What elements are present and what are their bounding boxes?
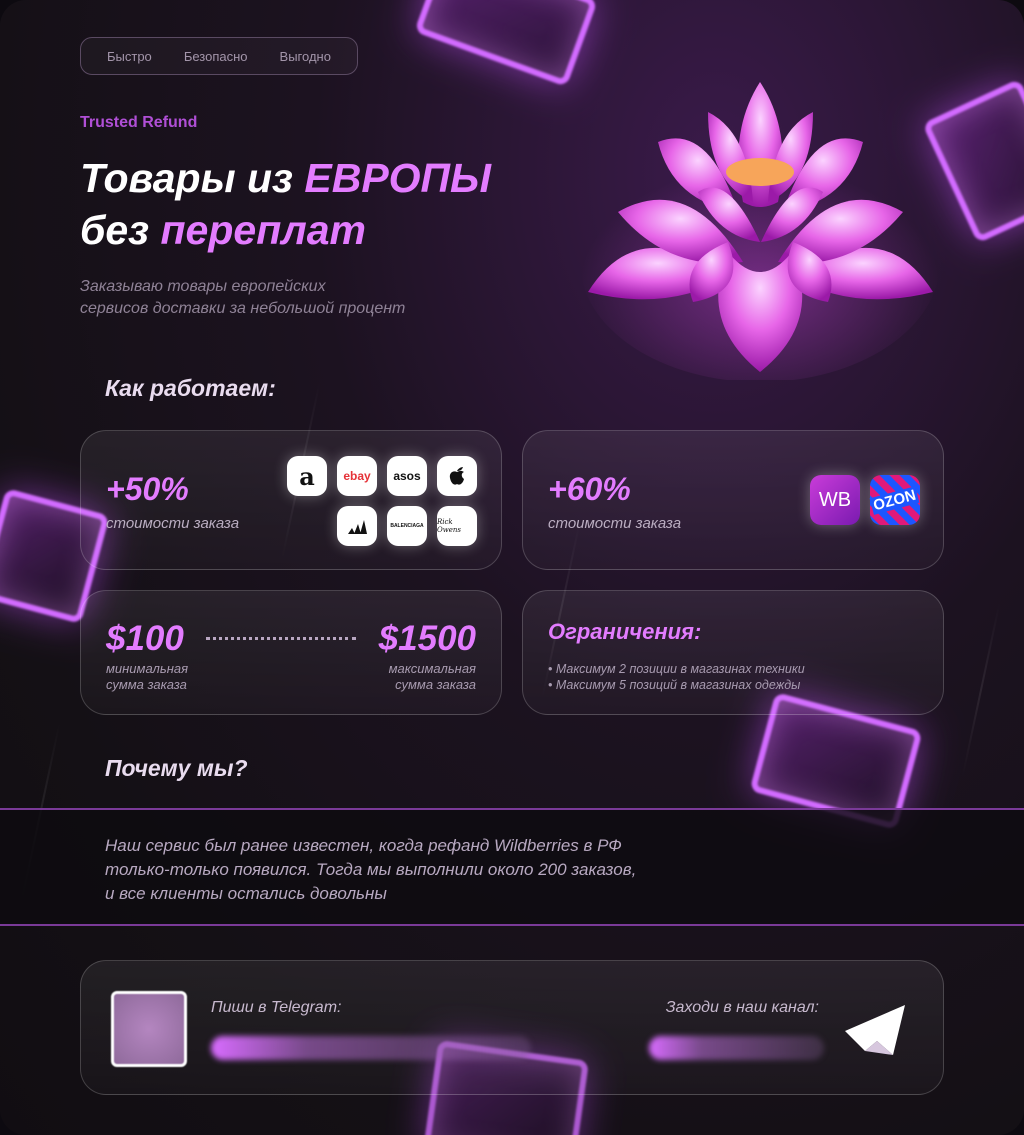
lotus-illustration (580, 82, 940, 380)
ru-markup-value: +60% (548, 471, 631, 507)
ozon-logo-text: OZON (869, 485, 921, 515)
hero-subtitle: Заказываю товары европейских сервисов до… (80, 276, 405, 320)
rick-owens-logo: Rick Owens (437, 506, 477, 546)
hero-title-accent: переплат (160, 207, 367, 253)
hero-subtitle-line: сервисов доставки за небольшой процент (80, 300, 406, 317)
limit-item: • Максимум 2 позиции в магазинах техники (548, 662, 805, 676)
eu-markup-value: +50% (106, 471, 189, 507)
hero-title-part: Товары из (80, 155, 305, 201)
bg-streak (961, 601, 1001, 779)
max-amount-caption: максимальная сумма заказа (389, 661, 476, 693)
ebay-logo: ebay (337, 456, 377, 496)
apple-logo (437, 456, 477, 496)
asos-logo-text: asos (393, 469, 421, 483)
hero-title-accent: ЕВРОПЫ (304, 155, 492, 201)
amazon-logo-text: a (299, 461, 315, 491)
hero-title-part: без (80, 207, 161, 253)
asos-logo: asos (387, 456, 427, 496)
feature-pill-nav: Быстро Безопасно Выгодно (80, 37, 358, 75)
ru-markup-caption: стоимости заказа (548, 515, 682, 532)
hero-title: Товары из ЕВРОПЫ без переплат (80, 152, 491, 256)
balenciaga-logo: BALENCIAGA (387, 506, 427, 546)
wildberries-logo: WB (810, 475, 860, 525)
rick-owens-logo-text: Rick Owens (437, 518, 461, 534)
caption-line: сумма заказа (106, 677, 187, 692)
why-us-text: Наш сервис был ранее известен, когда реф… (105, 834, 636, 906)
wildberries-logo-text: WB (818, 488, 852, 511)
why-us-title: Почему мы? (105, 755, 248, 781)
how-we-work-title: Как работаем: (105, 375, 276, 401)
telegram-handle-blurred[interactable] (211, 1036, 531, 1060)
why-us-band: Наш сервис был ранее известен, когда реф… (0, 808, 1024, 926)
why-line: Наш сервис был ранее известен, когда реф… (105, 836, 622, 855)
qr-code-placeholder[interactable] (111, 991, 187, 1067)
telegram-icon[interactable] (843, 1001, 911, 1059)
eu-stores-card: +50% стоимости заказа a ebay asos BALENC… (80, 430, 502, 570)
adidas-logo (337, 506, 377, 546)
eu-markup-caption: стоимости заказа (106, 515, 240, 532)
ru-marketplaces-card: +60% стоимости заказа WB OZON (522, 430, 944, 570)
range-dots (206, 637, 356, 640)
telegram-label: Пиши в Telegram: (211, 999, 342, 1016)
ozon-logo: OZON (869, 475, 921, 525)
ebay-logo-text: ebay (343, 469, 371, 483)
limit-item: • Максимум 5 позиций в магазинах одежды (548, 678, 801, 692)
max-amount: $1500 (378, 619, 476, 658)
min-amount: $100 (106, 619, 184, 658)
landing-page: Быстро Безопасно Выгодно Trusted Refund … (0, 0, 1024, 1135)
nav-item-profitable: Выгодно (279, 48, 331, 64)
caption-line: сумма заказа (395, 677, 476, 692)
balenciaga-logo-text: BALENCIAGA (390, 523, 424, 529)
nav-item-safe: Безопасно (183, 48, 248, 64)
why-line: только-только появился. Тогда мы выполни… (105, 860, 637, 879)
brand-name: Trusted Refund (80, 114, 198, 131)
decor-cube (414, 0, 598, 87)
nav-item-fast: Быстро (107, 48, 152, 64)
limits-list: • Максимум 2 позиции в магазинах техники… (548, 661, 805, 693)
hero-subtitle-line: Заказываю товары европейских (80, 278, 326, 295)
amazon-logo: a (287, 456, 327, 496)
channel-link-blurred[interactable] (649, 1036, 824, 1060)
apple-icon (449, 467, 464, 485)
contact-card: Пиши в Telegram: Заходи в наш канал: (80, 960, 944, 1095)
limits-card: Ограничения: • Максимум 2 позиции в мага… (522, 590, 944, 715)
adidas-icon (348, 520, 367, 534)
caption-line: максимальная (388, 661, 476, 676)
min-amount-caption: минимальная сумма заказа (106, 661, 188, 693)
why-line: и все клиенты остались довольны (105, 884, 387, 903)
order-range-card: $100 $1500 минимальная сумма заказа макс… (80, 590, 502, 715)
channel-label: Заходи в наш канал: (665, 999, 819, 1016)
limits-title: Ограничения: (548, 619, 702, 644)
caption-line: минимальная (106, 661, 189, 676)
